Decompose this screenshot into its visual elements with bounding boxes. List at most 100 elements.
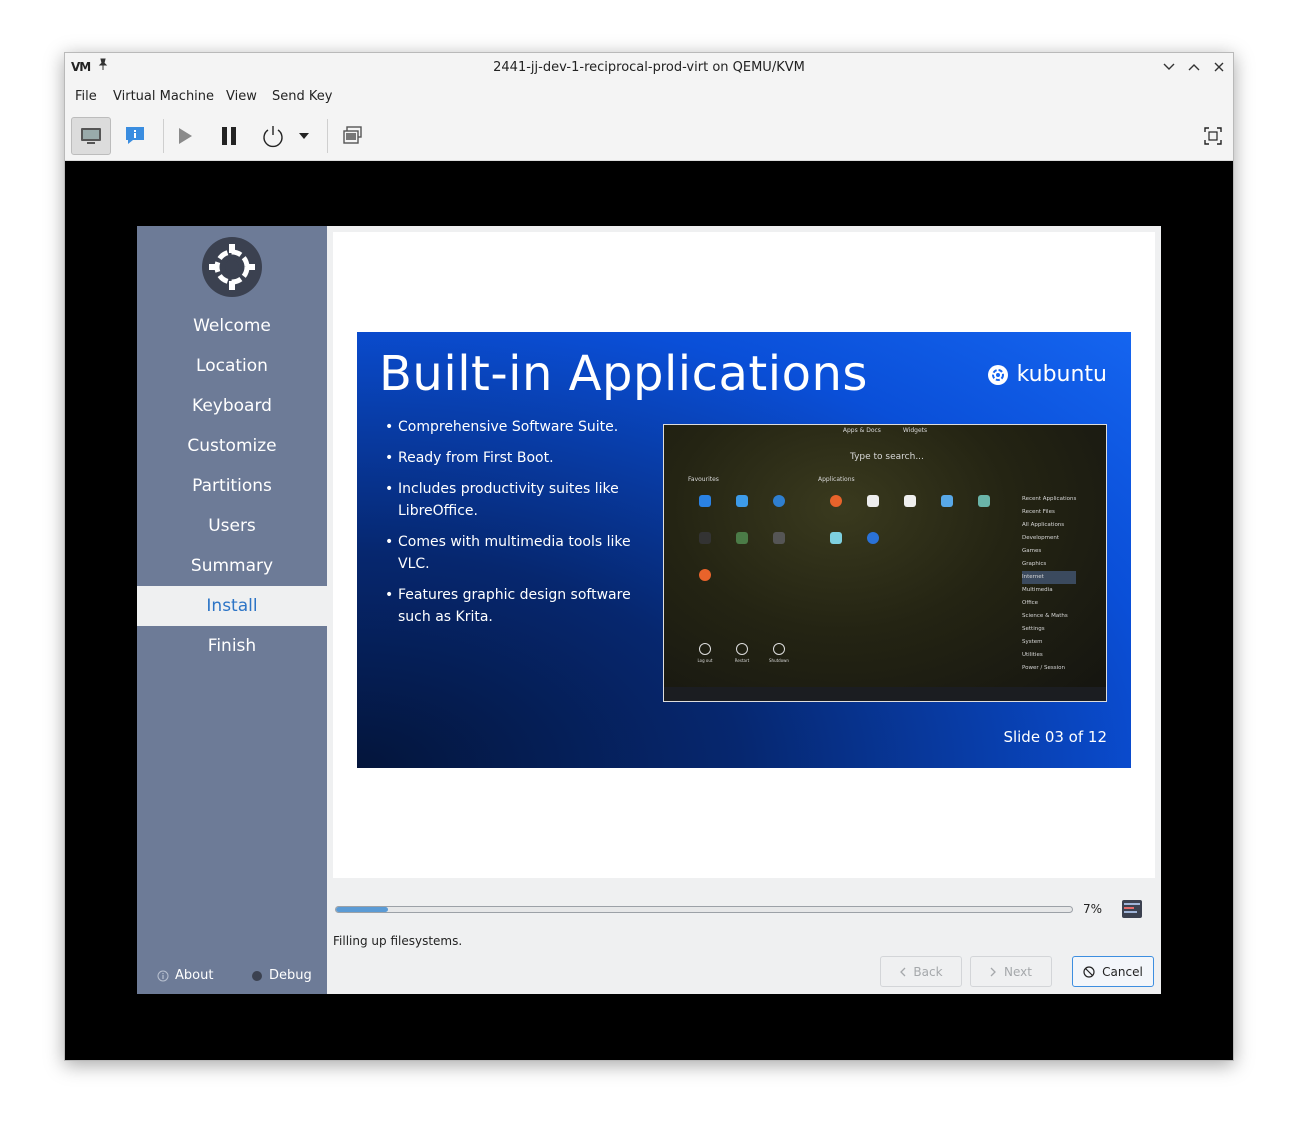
power-icon [263, 126, 283, 148]
minimize-icon[interactable] [1159, 57, 1179, 77]
toggle-log-icon[interactable] [1121, 899, 1143, 919]
slideshow-area: Built-in Applications kubuntu Comprehens… [333, 232, 1155, 878]
pause-icon [222, 127, 236, 145]
progress-percent: 7% [1083, 902, 1103, 916]
category-item: Science & Maths [1022, 613, 1068, 619]
cancel-button[interactable]: Cancel [1072, 956, 1154, 987]
vm-window: VM 2441-jj-dev-1-reciprocal-prod-virt on… [64, 52, 1234, 1061]
bullet-item: Includes productivity suites like LibreO… [385, 478, 635, 522]
launcher-tab-widgets: Widgets [902, 427, 928, 434]
chevron-right-icon [990, 967, 996, 976]
app-icon [853, 495, 893, 510]
category-item: Graphics [1022, 561, 1047, 567]
back-button[interactable]: Back [880, 956, 962, 987]
window-title: 2441-jj-dev-1-reciprocal-prod-virt on QE… [493, 60, 805, 75]
slide-title: Built-in Applications [379, 346, 868, 402]
step-partitions: Partitions [192, 476, 272, 496]
menu-bar: File Virtual Machine View Send Key [65, 83, 1233, 111]
maximize-icon[interactable] [1184, 57, 1204, 77]
status-message: Filling up filesystems. [333, 934, 463, 948]
category-item: Settings [1022, 626, 1045, 632]
menu-send-key[interactable]: Send Key [272, 89, 332, 104]
next-button[interactable]: Next [970, 956, 1052, 987]
cancel-icon [1083, 965, 1095, 978]
firefox-icon [816, 495, 856, 510]
category-item: System [1022, 639, 1043, 645]
app-icon [685, 532, 725, 547]
fullscreen-button[interactable] [1193, 117, 1233, 155]
step-finish: Finish [207, 636, 257, 656]
app-icon [722, 532, 762, 547]
debug-icon [252, 970, 262, 981]
thunderbird-icon [853, 532, 893, 547]
chevron-left-icon [900, 967, 906, 976]
launcher-search: Type to search... [850, 452, 924, 462]
monitor-icon [81, 128, 101, 144]
app-icon [816, 532, 856, 547]
app-launcher-screenshot: Apps & Docs Widgets Type to search... Fa… [663, 424, 1107, 702]
slide-bullets: Comprehensive Software Suite. Ready from… [385, 416, 635, 637]
close-icon[interactable] [1209, 57, 1229, 77]
app-icon [685, 495, 725, 510]
category-item: Utilities [1022, 652, 1043, 658]
app-icon [759, 495, 799, 510]
snapshots-icon [343, 126, 362, 144]
applications-heading: Applications [818, 476, 855, 483]
menu-file[interactable]: File [75, 89, 97, 104]
step-summary: Summary [190, 556, 274, 576]
caret-down-icon [299, 133, 309, 139]
app-icon [964, 495, 1004, 510]
bullet-item: Features graphic design software such as… [385, 584, 635, 628]
pause-button[interactable] [209, 117, 249, 155]
cancel-label: Cancel [1102, 964, 1143, 979]
category-item: Power / Session [1022, 665, 1065, 671]
shutdown-menu-button[interactable] [291, 117, 317, 155]
next-label: Next [1004, 964, 1032, 979]
about-button[interactable]: About [157, 968, 213, 983]
toolbar-separator [163, 119, 164, 153]
toolbar-separator [327, 119, 328, 153]
firefox-icon [685, 569, 725, 584]
brand-label: kubuntu [1016, 362, 1107, 387]
title-bar[interactable]: VM 2441-jj-dev-1-reciprocal-prod-virt on… [65, 53, 1233, 83]
app-icon [890, 495, 930, 510]
category-item: Internet [1022, 571, 1077, 584]
menu-view[interactable]: View [226, 89, 257, 104]
category-item: Office [1022, 600, 1039, 606]
favourites-heading: Favourites [688, 476, 719, 483]
bullet-item: Ready from First Boot. [385, 447, 635, 469]
app-icon [759, 532, 799, 547]
category-item: All Applications [1022, 522, 1065, 528]
launcher-tab-apps: Apps & Docs [842, 427, 881, 434]
snapshots-button[interactable] [333, 117, 373, 155]
launcher-categories: Recent Applications Recent Files All App… [1022, 493, 1077, 675]
step-users: Users [208, 516, 256, 536]
slideshow-slide: Built-in Applications kubuntu Comprehens… [357, 332, 1131, 768]
step-keyboard: Keyboard [192, 396, 272, 416]
menu-virtual-machine[interactable]: Virtual Machine [113, 89, 214, 104]
console-view-button[interactable] [71, 117, 111, 155]
install-progress-fill [336, 907, 388, 912]
category-item: Games [1022, 548, 1042, 554]
bullet-item: Comprehensive Software Suite. [385, 416, 635, 438]
fullscreen-icon [1204, 127, 1222, 145]
shutdown-button[interactable] [253, 117, 293, 155]
installer-window: Welcome Location Keyboard Customize Part… [137, 226, 1161, 994]
step-welcome: Welcome [193, 316, 271, 336]
toolbar [65, 111, 1233, 161]
bullet-item: Comes with multimedia tools like VLC. [385, 531, 635, 575]
info-icon [126, 127, 144, 144]
step-location: Location [196, 356, 268, 376]
debug-button[interactable]: Debug [251, 968, 312, 983]
install-progress-bar [335, 906, 1073, 913]
category-item: Recent Files [1022, 509, 1055, 515]
vm-console-display[interactable]: Welcome Location Keyboard Customize Part… [65, 161, 1233, 1060]
power-label: Shutdown [769, 658, 789, 663]
shutdown-action: Shutdown [759, 643, 799, 663]
about-label: About [175, 968, 214, 983]
step-install: Install [137, 586, 327, 626]
kubuntu-logo-icon [202, 237, 262, 297]
details-view-button[interactable] [115, 117, 155, 155]
run-button[interactable] [165, 117, 205, 155]
step-customize: Customize [187, 436, 277, 456]
